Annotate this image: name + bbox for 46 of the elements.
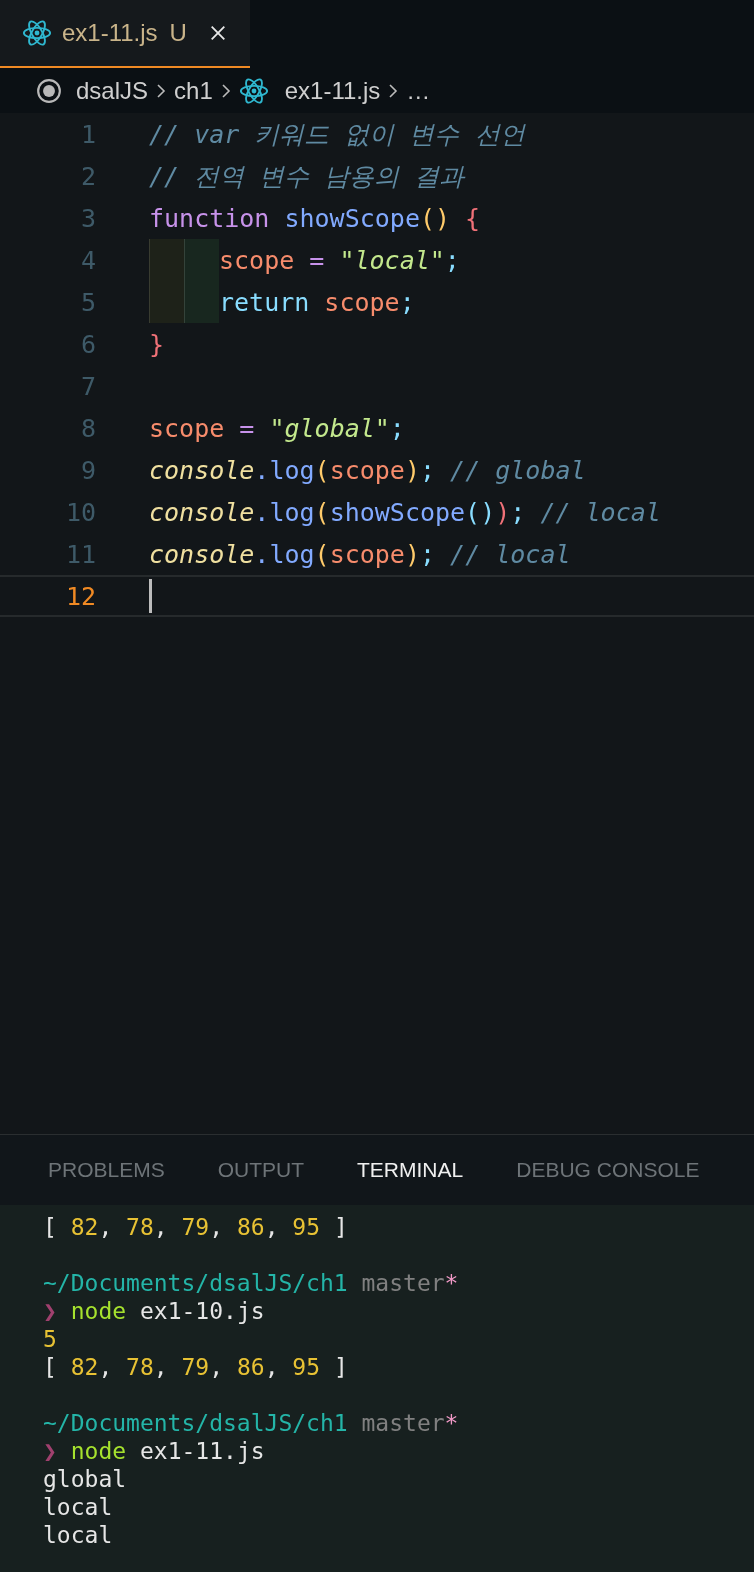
code-line: return scope; [219,287,415,317]
breadcrumb-item[interactable]: dsalJS [76,76,149,105]
editor-tab[interactable]: ex1-11.js U [0,0,250,68]
panel-tab[interactable]: DEBUG CONSOLE [516,1158,700,1182]
line-number: 11 [64,539,96,569]
atom-icon [22,18,52,48]
line-number: 5 [79,287,96,317]
panel-tab[interactable]: PROBLEMS [48,1158,165,1182]
code-line: scope = "global"; [149,413,405,443]
terminal-line: ❯ node ex1-10.js [43,1298,265,1324]
line-number: 7 [79,371,96,401]
terminal-line: local [43,1494,113,1520]
code-line: } [149,329,165,359]
close-icon[interactable] [208,24,227,42]
text-cursor [149,579,152,613]
line-number: 9 [79,455,96,485]
code-line: function showScope() { [149,203,481,233]
breadcrumb-item[interactable]: ch1 [174,76,213,105]
code-line: console.log(showScope()); // local [149,497,661,527]
terminal-line: ~/Documents/dsalJS/ch1 master* [43,1410,459,1436]
line-number: 1 [79,119,96,149]
panel-tab[interactable]: TERMINAL [357,1158,464,1182]
target-icon [36,77,62,104]
line-number: 4 [79,245,96,275]
code-line: scope = "local"; [219,245,460,275]
terminal-line: ❯ node ex1-11.js [43,1438,265,1464]
terminal-line: 5 [43,1326,57,1352]
line-number: 2 [79,161,96,191]
terminal-line: global [43,1466,127,1492]
code-line: console.log(scope); // global [149,455,586,485]
line-number: 12 [64,581,96,611]
line-number: 10 [64,497,96,527]
terminal-line: local [43,1522,113,1548]
code-line: console.log(scope); // local [149,539,571,569]
terminal-line: ~/Documents/dsalJS/ch1 master* [43,1270,459,1296]
line-number: 3 [79,203,96,233]
terminal-line: [ 82, 78, 79, 86, 95 ] [43,1354,348,1380]
atom-icon [238,75,269,106]
code-line: // 전역 변수 남용의 결과 [149,160,465,193]
breadcrumb-item[interactable]: … [406,76,431,105]
breadcrumb-item[interactable]: ex1-11.js [284,76,381,105]
code-line: // var 키워드 없이 변수 선언 [149,118,525,151]
panel-tab[interactable]: OUTPUT [217,1158,305,1182]
line-number: 8 [79,413,96,443]
terminal-line: [ 82, 78, 79, 86, 95 ] [43,1214,348,1240]
line-number: 6 [79,329,96,359]
